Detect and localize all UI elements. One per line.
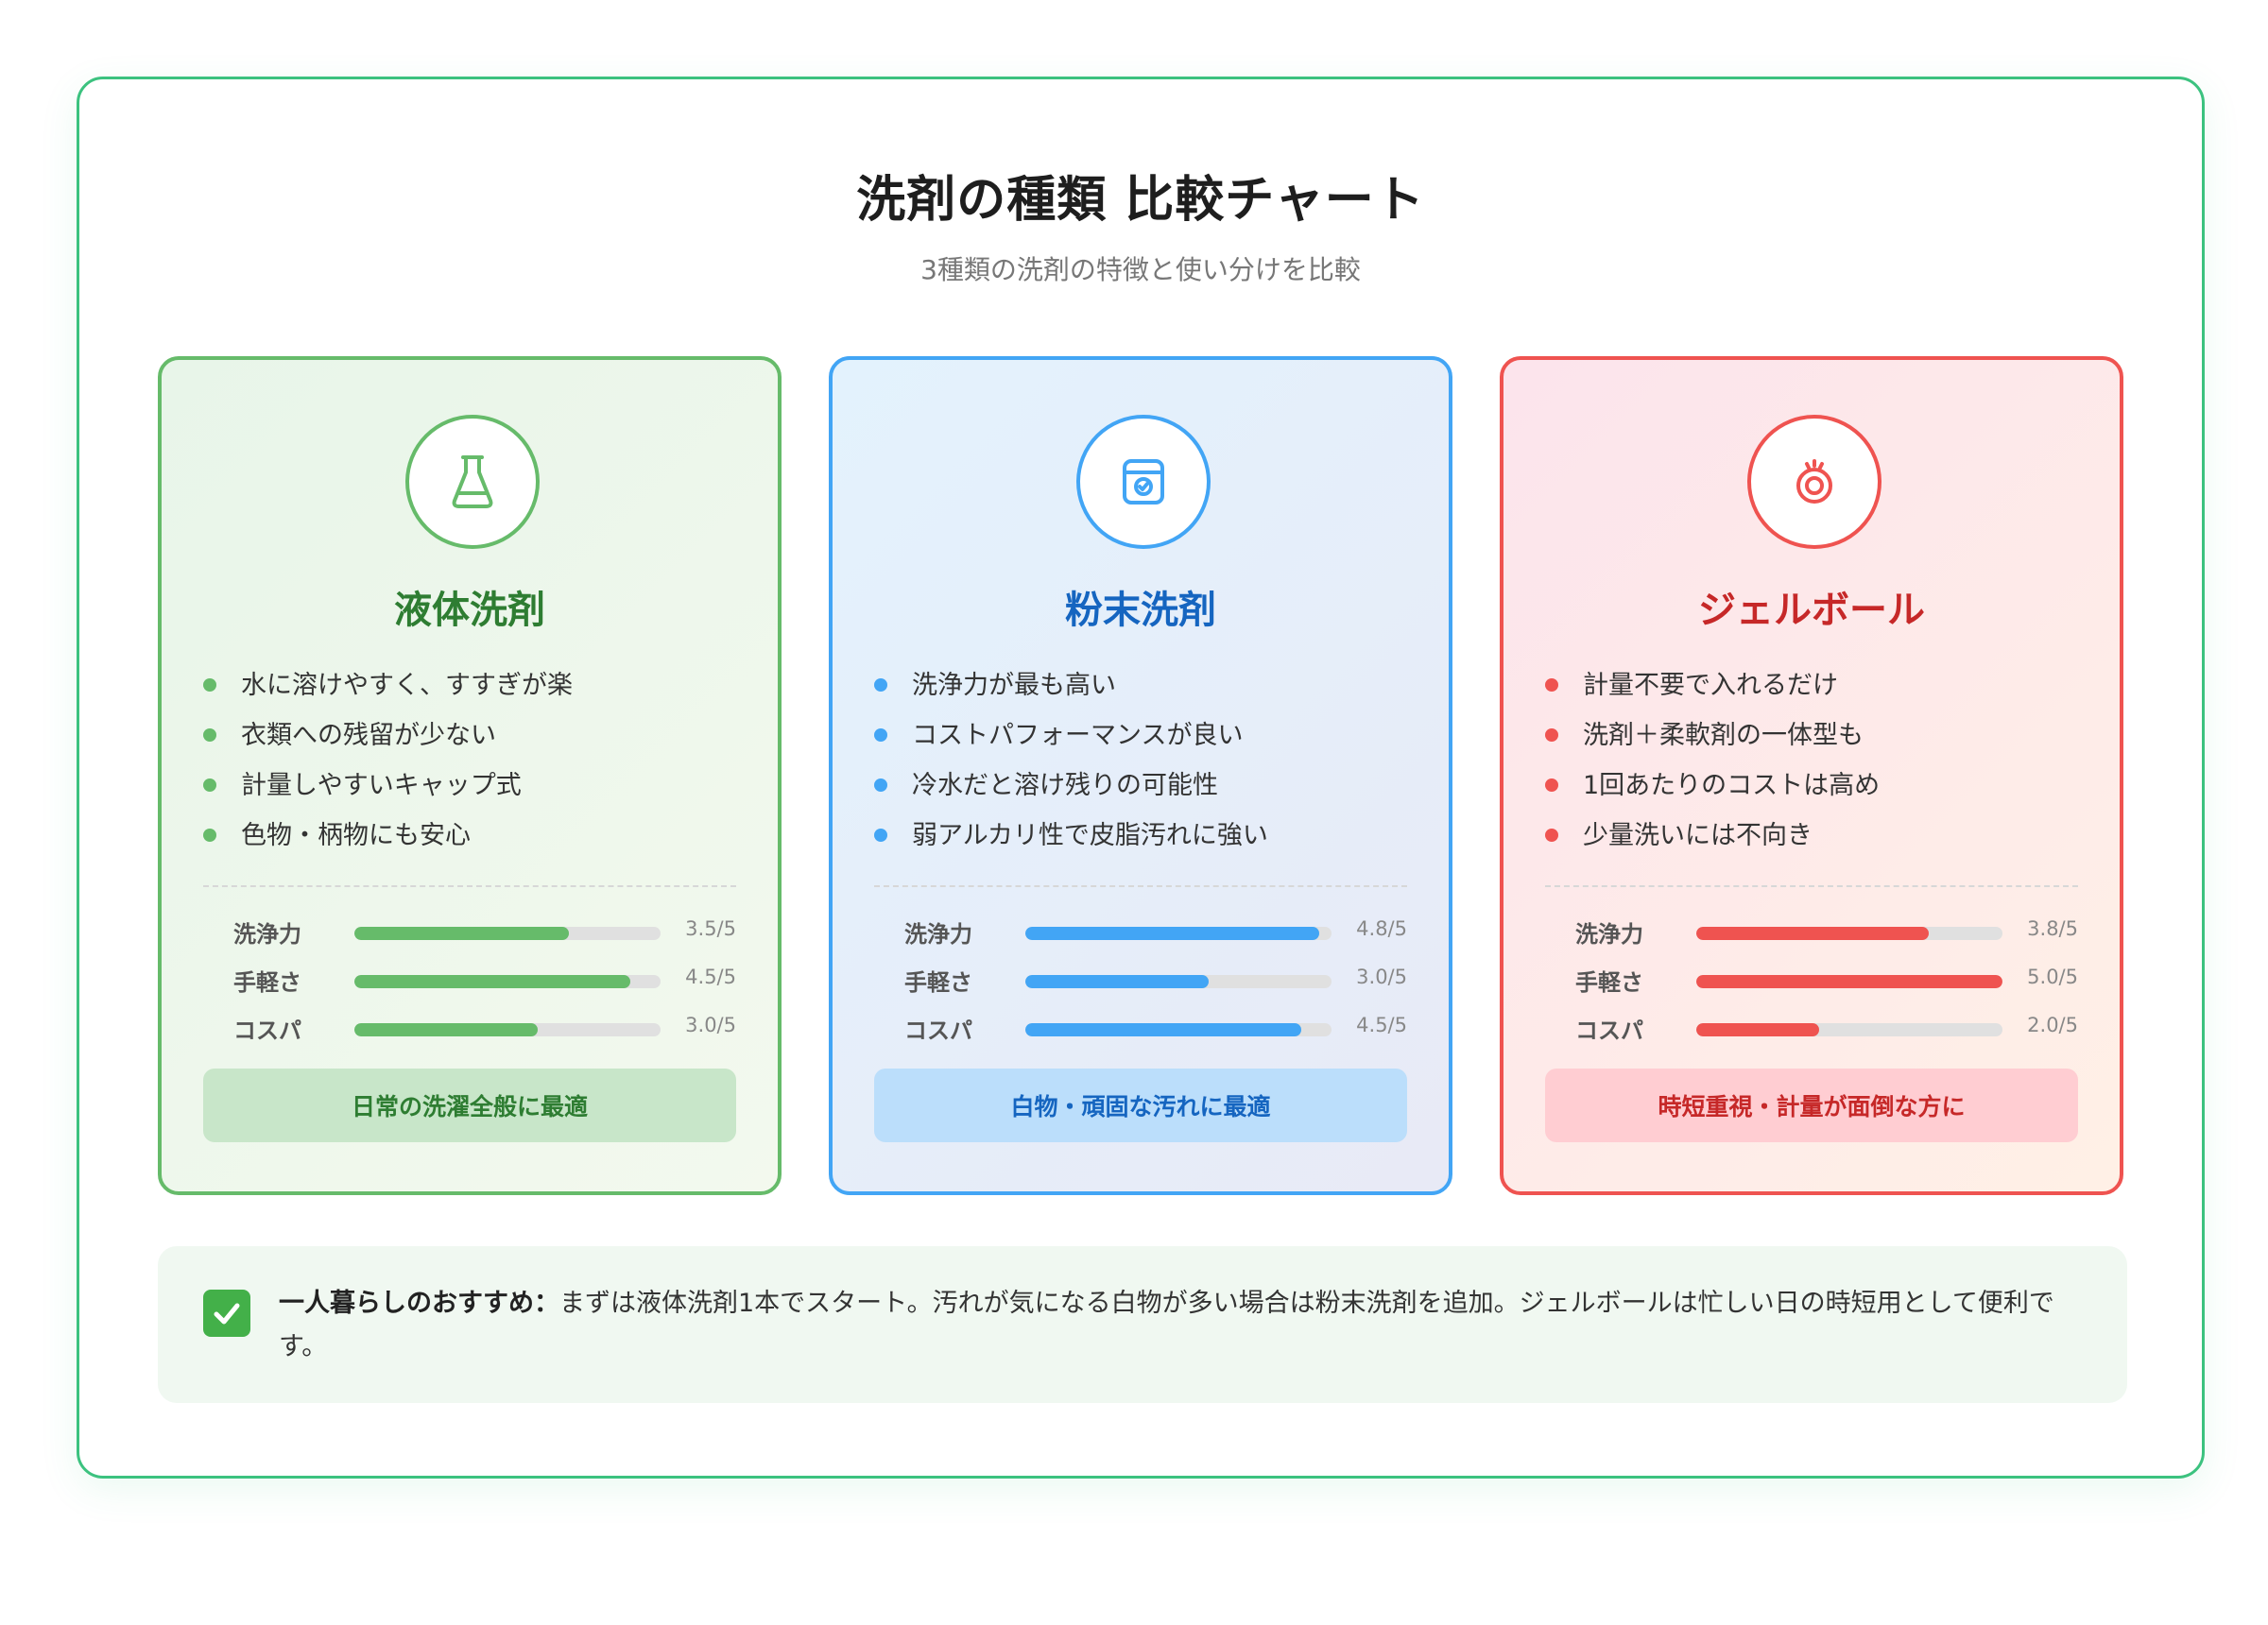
rating-row: 手軽さ 4.5/5 <box>203 956 736 1004</box>
bullet-dot-icon <box>203 678 216 692</box>
recommendation-label: 一人暮らしのおすすめ： <box>279 1289 559 1318</box>
card-badge: 日常の洗濯全般に最適 <box>203 1069 736 1142</box>
feature-item: 洗浄力が最も高い <box>874 660 1268 710</box>
rating-value: 3.0/5 <box>685 1014 736 1036</box>
rating-row: コスパ 4.5/5 <box>874 1004 1407 1052</box>
bullet-dot-icon <box>874 829 887 842</box>
rating-row: 手軽さ 5.0/5 <box>1545 956 2078 1004</box>
feature-list: 洗浄力が最も高い コストパフォーマンスが良い 冷水だと溶け残りの可能性 弱アルカ… <box>874 660 1268 861</box>
rating-row: 洗浄力 3.8/5 <box>1545 908 2078 956</box>
bullet-dot-icon <box>874 678 887 692</box>
rating-list: 洗浄力 4.8/5 手軽さ 3.0/5 コスパ 4.5/5 <box>874 908 1407 1052</box>
card-badge: 白物・頑固な汚れに最適 <box>874 1069 1407 1142</box>
rating-bar-fill <box>354 927 569 940</box>
bullet-dot-icon <box>1545 829 1558 842</box>
gel-ball-icon <box>1747 415 1881 549</box>
recommendation-box: 一人暮らしのおすすめ：まずは液体洗剤1本でスタート。汚れが気になる白物が多い場合… <box>158 1246 2127 1403</box>
rating-bar <box>1696 1023 2002 1036</box>
rating-bar-fill <box>1696 975 2002 988</box>
card-gel-ball: ジェルボール 計量不要で入れるだけ 洗剤＋柔軟剤の一体型も 1回あたりのコストは… <box>1500 356 2123 1195</box>
rating-bar <box>354 975 661 988</box>
rating-bar-fill <box>1025 1023 1301 1036</box>
feature-item: 冷水だと溶け残りの可能性 <box>874 761 1268 811</box>
rating-bar <box>1025 975 1332 988</box>
rating-bar <box>1696 927 2002 940</box>
rating-value: 3.0/5 <box>1356 966 1407 988</box>
rating-bar-fill <box>1025 927 1320 940</box>
feature-item: 洗剤＋柔軟剤の一体型も <box>1545 710 1880 761</box>
comparison-panel: 洗剤の種類 比較チャート 3種類の洗剤の特徴と使い分けを比較 液体洗剤 水に溶け… <box>77 77 2205 1479</box>
card-powder-detergent: 粉末洗剤 洗浄力が最も高い コストパフォーマンスが良い 冷水だと溶け残りの可能性… <box>829 356 1452 1195</box>
page-subtitle: 3種類の洗剤の特徴と使い分けを比較 <box>920 254 1361 285</box>
rating-bar-fill <box>354 975 630 988</box>
recommendation-text: 一人暮らしのおすすめ：まずは液体洗剤1本でスタート。汚れが気になる白物が多い場合… <box>279 1282 2055 1369</box>
rating-label: 手軽さ <box>233 969 301 996</box>
feature-item: 少量洗いには不向き <box>1545 811 1880 861</box>
rating-label: 洗浄力 <box>1575 921 1643 948</box>
rating-value: 5.0/5 <box>2027 966 2078 988</box>
rating-row: コスパ 3.0/5 <box>203 1004 736 1052</box>
card-title: ジェルボール <box>1698 589 1925 632</box>
card-title: 粉末洗剤 <box>1065 589 1216 632</box>
rating-value: 4.5/5 <box>685 966 736 988</box>
divider <box>203 885 736 887</box>
divider <box>874 885 1407 887</box>
rating-row: コスパ 2.0/5 <box>1545 1004 2078 1052</box>
feature-item: 1回あたりのコストは高め <box>1545 761 1880 811</box>
rating-value: 3.8/5 <box>2027 917 2078 940</box>
bullet-dot-icon <box>1545 778 1558 792</box>
divider <box>1545 885 2078 887</box>
rating-value: 4.8/5 <box>1356 917 1407 940</box>
feature-item: コストパフォーマンスが良い <box>874 710 1268 761</box>
rating-row: 洗浄力 4.8/5 <box>874 908 1407 956</box>
feature-list: 計量不要で入れるだけ 洗剤＋柔軟剤の一体型も 1回あたりのコストは高め 少量洗い… <box>1545 660 1880 861</box>
rating-value: 3.5/5 <box>685 917 736 940</box>
rating-label: 手軽さ <box>1575 969 1643 996</box>
rating-bar-fill <box>354 1023 539 1036</box>
flask-icon <box>405 415 540 549</box>
feature-item: 計量しやすいキャップ式 <box>203 761 573 811</box>
rating-label: コスパ <box>904 1018 972 1044</box>
feature-list: 水に溶けやすく、すすぎが楽 衣類への残留が少ない 計量しやすいキャップ式 色物・… <box>203 660 573 861</box>
rating-row: 手軽さ 3.0/5 <box>874 956 1407 1004</box>
rating-label: コスパ <box>233 1018 301 1044</box>
feature-item: 計量不要で入れるだけ <box>1545 660 1880 710</box>
rating-label: 洗浄力 <box>904 921 972 948</box>
rating-bar <box>354 927 661 940</box>
bullet-dot-icon <box>203 778 216 792</box>
rating-bar <box>1025 1023 1332 1036</box>
rating-bar <box>1025 927 1332 940</box>
card-badge: 時短重視・計量が面倒な方に <box>1545 1069 2078 1142</box>
bullet-dot-icon <box>874 778 887 792</box>
feature-item: 水に溶けやすく、すすぎが楽 <box>203 660 573 710</box>
bullet-dot-icon <box>1545 678 1558 692</box>
bullet-dot-icon <box>203 829 216 842</box>
rating-list: 洗浄力 3.8/5 手軽さ 5.0/5 コスパ 2.0/5 <box>1545 908 2078 1052</box>
card-liquid-detergent: 液体洗剤 水に溶けやすく、すすぎが楽 衣類への残留が少ない 計量しやすいキャップ… <box>158 356 782 1195</box>
rating-row: 洗浄力 3.5/5 <box>203 908 736 956</box>
page-title: 洗剤の種類 比較チャート <box>856 172 1425 229</box>
rating-value: 2.0/5 <box>2027 1014 2078 1036</box>
rating-bar-fill <box>1696 1023 1819 1036</box>
rating-list: 洗浄力 3.5/5 手軽さ 4.5/5 コスパ 3.0/5 <box>203 908 736 1052</box>
feature-item: 弱アルカリ性で皮脂汚れに強い <box>874 811 1268 861</box>
check-mark-icon <box>203 1290 250 1337</box>
rating-bar-fill <box>1696 927 1930 940</box>
rating-value: 4.5/5 <box>1356 1014 1407 1036</box>
rating-label: 洗浄力 <box>233 921 301 948</box>
detergent-box-icon <box>1076 415 1211 549</box>
rating-bar <box>354 1023 661 1036</box>
bullet-dot-icon <box>203 728 216 742</box>
rating-bar <box>1696 975 2002 988</box>
rating-label: 手軽さ <box>904 969 972 996</box>
feature-item: 衣類への残留が少ない <box>203 710 573 761</box>
bullet-dot-icon <box>874 728 887 742</box>
rating-label: コスパ <box>1575 1018 1643 1044</box>
rating-bar-fill <box>1025 975 1210 988</box>
feature-item: 色物・柄物にも安心 <box>203 811 573 861</box>
card-title: 液体洗剤 <box>394 589 545 632</box>
bullet-dot-icon <box>1545 728 1558 742</box>
